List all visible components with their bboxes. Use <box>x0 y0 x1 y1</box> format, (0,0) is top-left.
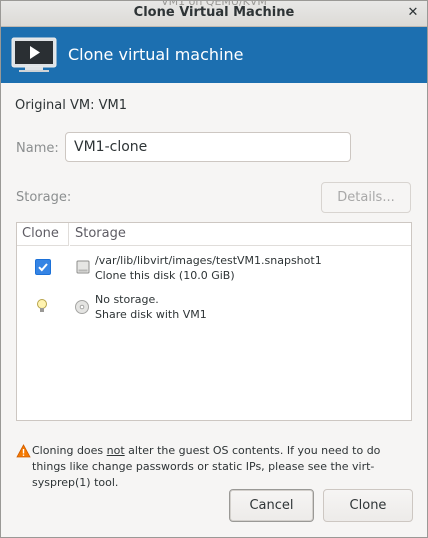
checkmark-icon <box>38 263 48 272</box>
details-button[interactable]: Details... <box>321 182 411 213</box>
warning-text-emphasis: not <box>106 444 125 457</box>
warning-text-before: Cloning does <box>32 444 107 457</box>
storage-label: Storage: <box>16 190 72 205</box>
storage-note: Share disk with VM1 <box>95 308 207 321</box>
original-vm-row: Original VM: VM1 <box>15 98 127 113</box>
name-label: Name: <box>16 141 59 156</box>
storage-table: Clone Storage /var/lib/libvirt/images/te… <box>16 222 412 421</box>
original-vm-label: Original VM: <box>15 98 95 113</box>
header-banner: Clone virtual machine <box>1 27 427 83</box>
clone-disk-checkbox[interactable] <box>35 259 51 275</box>
title-bar[interactable]: VM1 on QEMU/KVM Clone Virtual Machine ✕ <box>1 1 427 27</box>
warning-message: Cloning does not alter the guest OS cont… <box>32 443 417 491</box>
vm-screen-icon <box>11 37 57 72</box>
disk-note: Clone this disk (10.0 GiB) <box>95 269 235 282</box>
banner-title: Clone virtual machine <box>68 45 244 64</box>
original-vm-value: VM1 <box>98 98 128 113</box>
clone-button[interactable]: Clone <box>323 489 413 522</box>
warning-icon <box>16 444 31 458</box>
window-title: Clone Virtual Machine <box>133 5 295 20</box>
close-button[interactable]: ✕ <box>405 5 421 21</box>
storage-status: No storage. <box>95 293 159 306</box>
cdrom-icon <box>75 300 89 314</box>
hard-disk-icon <box>76 260 90 274</box>
clone-vm-dialog: VM1 on QEMU/KVM Clone Virtual Machine ✕ … <box>0 0 428 538</box>
name-input[interactable] <box>65 132 351 162</box>
column-header-clone[interactable]: Clone <box>17 223 69 246</box>
disk-path: /var/lib/libvirt/images/testVM1.snapshot… <box>95 254 322 267</box>
cancel-button[interactable]: Cancel <box>229 489 314 522</box>
lightbulb-icon <box>37 299 47 312</box>
column-header-storage[interactable]: Storage <box>70 223 411 246</box>
